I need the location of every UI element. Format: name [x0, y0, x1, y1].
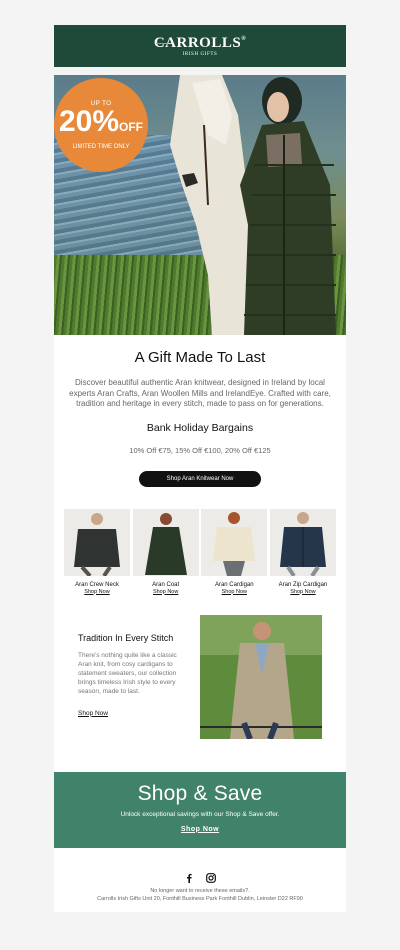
logo-registered: ® [241, 36, 247, 42]
intro-body: Discover beautiful authentic Aran knitwe… [69, 378, 331, 408]
carrolls-logo[interactable]: CARROLLS® IRISH GIFTS [154, 35, 246, 58]
product-grid: Aran Crew Neck Shop Now Aran Coat Shop N… [54, 487, 346, 595]
discount-badge: UP TO 20%OFF LIMITED TIME ONLY [54, 78, 148, 172]
product-shop-now-link[interactable]: Shop Now [201, 589, 267, 595]
cardigan-illustration [213, 511, 256, 576]
logo-subtitle: IRISH GIFTS [182, 52, 218, 57]
tradition-title: Tradition In Every Stitch [78, 632, 174, 643]
email-footer: No longer want to receive these emails?.… [54, 848, 346, 912]
crew-neck-illustration [74, 512, 120, 576]
product-image-zip-cardigan[interactable] [269, 508, 336, 576]
social-links [54, 870, 346, 883]
logo-wordmark: CARROLLS® [154, 36, 246, 51]
product-card[interactable]: Aran Crew Neck Shop Now [64, 508, 130, 595]
badge-percent-value: 20% [58, 105, 120, 138]
product-name: Aran Zip Cardigan [278, 581, 328, 588]
badge-limited-time: LIMITED TIME ONLY [72, 144, 130, 150]
shop-and-save-banner: Shop & Save Unlock exceptional savings w… [54, 771, 346, 848]
intro-section: A Gift Made To Last Discover beautiful a… [54, 335, 346, 487]
product-card[interactable]: Aran Cardigan Shop Now [201, 508, 268, 595]
tradition-text: Tradition In Every Stitch There's nothin… [78, 615, 188, 739]
coat-illustration [144, 512, 187, 575]
tradition-section: Tradition In Every Stitch There's nothin… [54, 595, 346, 739]
product-image-cardigan[interactable] [201, 508, 268, 576]
spacer [54, 67, 346, 75]
email-container: CARROLLS® IRISH GIFTS UP TO 20%OFF LIMIT… [54, 25, 346, 912]
man-in-aran-cardigan [200, 614, 322, 739]
tradition-body: There's nothing quite like a classic Ara… [78, 651, 177, 695]
unsubscribe-text[interactable]: No longer want to receive these emails?. [54, 888, 346, 894]
tradition-shop-now-link[interactable]: Shop Now [78, 710, 108, 717]
bank-holiday-title: Bank Holiday Bargains [146, 421, 254, 434]
instagram-icon[interactable] [206, 870, 216, 883]
tradition-image[interactable] [200, 614, 322, 739]
product-shop-now-link[interactable]: Shop Now [133, 589, 199, 595]
promo-subtitle: Unlock exceptional savings with our Shop… [120, 810, 280, 818]
product-image-crew-neck[interactable] [64, 508, 130, 576]
promo-title: Shop & Save [137, 781, 263, 805]
badge-off: OFF [119, 120, 144, 134]
logo-main-text: CARROLLS [153, 35, 242, 51]
product-name: Aran Crew Neck [75, 581, 119, 588]
product-shop-now-link[interactable]: Shop Now [64, 589, 130, 595]
product-name: Aran Cardigan [214, 581, 254, 588]
woman-in-aran-coat [240, 77, 336, 335]
badge-percent: 20%OFF [54, 107, 148, 142]
product-shop-now-link[interactable]: Shop Now [270, 589, 336, 595]
facebook-icon[interactable] [184, 870, 194, 883]
product-card[interactable]: Aran Zip Cardigan Shop Now [269, 508, 336, 595]
company-address: Carrolls Irish Gifts Unit 20, Fonthill B… [97, 895, 303, 902]
product-card[interactable]: Aran Coat Shop Now [132, 508, 199, 595]
email-header: CARROLLS® IRISH GIFTS [54, 25, 346, 67]
offer-tiers: 10% Off €75, 15% Off €100, 20% Off €125 [129, 445, 271, 455]
product-name: Aran Coat [152, 581, 180, 588]
shop-aran-knitwear-button[interactable]: Shop Aran Knitwear Now [139, 470, 261, 487]
product-image-coat[interactable] [132, 508, 199, 576]
promo-shop-now-link[interactable]: Shop Now [181, 826, 219, 833]
intro-title: A Gift Made To Last [134, 349, 266, 366]
zip-cardigan-illustration [279, 511, 326, 576]
hero-image[interactable]: UP TO 20%OFF LIMITED TIME ONLY [54, 75, 346, 335]
